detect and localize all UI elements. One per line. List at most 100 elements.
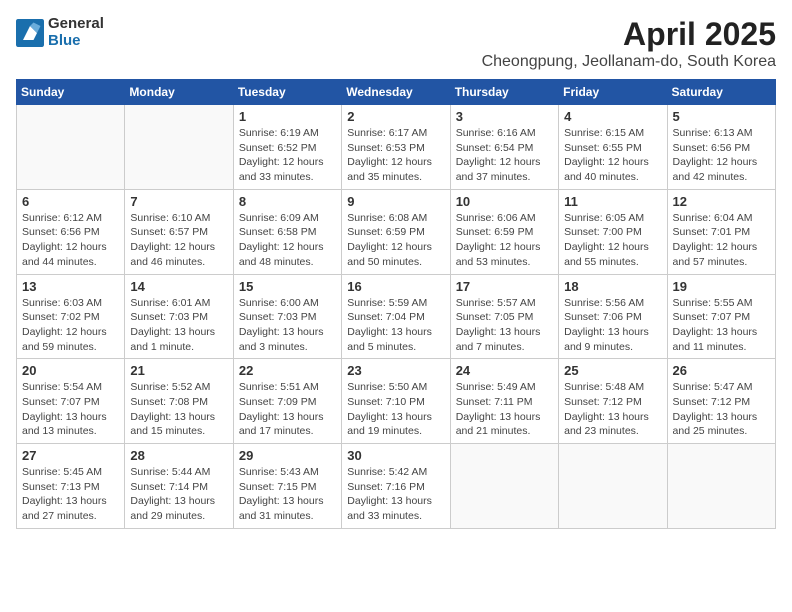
day-number: 11 (564, 194, 661, 209)
calendar-week-row: 20 Sunrise: 5:54 AMSunset: 7:07 PMDayligh… (17, 359, 776, 444)
day-info: Sunrise: 5:43 AMSunset: 7:15 PMDaylight:… (239, 465, 336, 524)
day-info: Sunrise: 6:13 AMSunset: 6:56 PMDaylight:… (673, 126, 770, 185)
month-title: April 2025 (482, 16, 776, 53)
col-tuesday: Tuesday (233, 80, 341, 105)
day-number: 16 (347, 279, 444, 294)
logo: General Blue (16, 16, 104, 49)
day-number: 12 (673, 194, 770, 209)
day-info: Sunrise: 6:06 AMSunset: 6:59 PMDaylight:… (456, 211, 553, 270)
day-number: 8 (239, 194, 336, 209)
day-info: Sunrise: 5:54 AMSunset: 7:07 PMDaylight:… (22, 380, 119, 439)
day-number: 2 (347, 109, 444, 124)
table-row: 17Sunrise: 5:57 AMSunset: 7:05 PMDayligh… (450, 274, 558, 359)
day-number: 7 (130, 194, 227, 209)
day-info: Sunrise: 6:08 AMSunset: 6:59 PMDaylight:… (347, 211, 444, 270)
day-number: 25 (564, 363, 661, 378)
table-row (559, 444, 667, 529)
day-info: Sunrise: 5:57 AMSunset: 7:05 PMDaylight:… (456, 296, 553, 355)
col-saturday: Saturday (667, 80, 775, 105)
day-number: 29 (239, 448, 336, 463)
col-sunday: Sunday (17, 80, 125, 105)
table-row (667, 444, 775, 529)
table-row: 18Sunrise: 5:56 AMSunset: 7:06 PMDayligh… (559, 274, 667, 359)
day-number: 30 (347, 448, 444, 463)
day-number: 13 (22, 279, 119, 294)
table-row: 2Sunrise: 6:17 AMSunset: 6:53 PMDaylight… (342, 105, 450, 190)
table-row: 1Sunrise: 6:19 AMSunset: 6:52 PMDaylight… (233, 105, 341, 190)
day-info: Sunrise: 5:52 AMSunset: 7:08 PMDaylight:… (130, 380, 227, 439)
table-row (450, 444, 558, 529)
day-number: 1 (239, 109, 336, 124)
day-info: Sunrise: 6:09 AMSunset: 6:58 PMDaylight:… (239, 211, 336, 270)
table-row (17, 105, 125, 190)
table-row: 23 Sunrise: 5:50 AMSunset: 7:10 PMDayligh… (342, 359, 450, 444)
day-info: Sunrise: 6:12 AMSunset: 6:56 PMDaylight:… (22, 211, 119, 270)
day-info: Sunrise: 5:49 AMSunset: 7:11 PMDaylight:… (456, 380, 553, 439)
day-info: Sunrise: 6:10 AMSunset: 6:57 PMDaylight:… (130, 211, 227, 270)
table-row: 22 Sunrise: 5:51 AMSunset: 7:09 PMDayligh… (233, 359, 341, 444)
day-number: 15 (239, 279, 336, 294)
table-row: 11 Sunrise: 6:05 AMSunset: 7:00 PMDayligh… (559, 189, 667, 274)
day-number: 10 (456, 194, 553, 209)
day-number: 6 (22, 194, 119, 209)
col-wednesday: Wednesday (342, 80, 450, 105)
col-friday: Friday (559, 80, 667, 105)
day-info: Sunrise: 6:05 AMSunset: 7:00 PMDaylight:… (564, 211, 661, 270)
day-number: 24 (456, 363, 553, 378)
logo-general-text: General (48, 16, 104, 33)
calendar-table: Sunday Monday Tuesday Wednesday Thursday… (16, 79, 776, 529)
day-number: 23 (347, 363, 444, 378)
table-row: 26 Sunrise: 5:47 AMSunset: 7:12 PMDayligh… (667, 359, 775, 444)
calendar-week-row: 27 Sunrise: 5:45 AMSunset: 7:13 PMDayligh… (17, 444, 776, 529)
day-info: Sunrise: 6:00 AMSunset: 7:03 PMDaylight:… (239, 296, 336, 355)
day-number: 22 (239, 363, 336, 378)
table-row: 5 Sunrise: 6:13 AMSunset: 6:56 PMDaylight… (667, 105, 775, 190)
day-number: 3 (456, 109, 553, 124)
table-row: 15 Sunrise: 6:00 AMSunset: 7:03 PMDayligh… (233, 274, 341, 359)
table-row: 27 Sunrise: 5:45 AMSunset: 7:13 PMDayligh… (17, 444, 125, 529)
day-info: Sunrise: 5:55 AMSunset: 7:07 PMDaylight:… (673, 296, 770, 355)
calendar-week-row: 1Sunrise: 6:19 AMSunset: 6:52 PMDaylight… (17, 105, 776, 190)
table-row: 13Sunrise: 6:03 AMSunset: 7:02 PMDayligh… (17, 274, 125, 359)
table-row: 28 Sunrise: 5:44 AMSunset: 7:14 PMDayligh… (125, 444, 233, 529)
day-number: 20 (22, 363, 119, 378)
table-row: 30 Sunrise: 5:42 AMSunset: 7:16 PMDayligh… (342, 444, 450, 529)
table-row: 3 Sunrise: 6:16 AMSunset: 6:54 PMDaylight… (450, 105, 558, 190)
table-row: 20 Sunrise: 5:54 AMSunset: 7:07 PMDayligh… (17, 359, 125, 444)
day-info: Sunrise: 5:48 AMSunset: 7:12 PMDaylight:… (564, 380, 661, 439)
day-info: Sunrise: 5:44 AMSunset: 7:14 PMDaylight:… (130, 465, 227, 524)
day-number: 19 (673, 279, 770, 294)
day-info: Sunrise: 5:42 AMSunset: 7:16 PMDaylight:… (347, 465, 444, 524)
table-row: 16 Sunrise: 5:59 AMSunset: 7:04 PMDayligh… (342, 274, 450, 359)
table-row: 8 Sunrise: 6:09 AMSunset: 6:58 PMDaylight… (233, 189, 341, 274)
day-info: Sunrise: 5:50 AMSunset: 7:10 PMDaylight:… (347, 380, 444, 439)
day-info: Sunrise: 6:01 AMSunset: 7:03 PMDaylight:… (130, 296, 227, 355)
calendar-week-row: 6 Sunrise: 6:12 AMSunset: 6:56 PMDaylight… (17, 189, 776, 274)
table-row: 10 Sunrise: 6:06 AMSunset: 6:59 PMDayligh… (450, 189, 558, 274)
day-number: 27 (22, 448, 119, 463)
location-title: Cheongpung, Jeollanam-do, South Korea (482, 53, 776, 71)
table-row: 14 Sunrise: 6:01 AMSunset: 7:03 PMDayligh… (125, 274, 233, 359)
day-info: Sunrise: 5:47 AMSunset: 7:12 PMDaylight:… (673, 380, 770, 439)
day-number: 4 (564, 109, 661, 124)
day-info: Sunrise: 5:51 AMSunset: 7:09 PMDaylight:… (239, 380, 336, 439)
table-row: 25 Sunrise: 5:48 AMSunset: 7:12 PMDayligh… (559, 359, 667, 444)
day-info: Sunrise: 5:45 AMSunset: 7:13 PMDaylight:… (22, 465, 119, 524)
day-info: Sunrise: 6:16 AMSunset: 6:54 PMDaylight:… (456, 126, 553, 185)
day-number: 28 (130, 448, 227, 463)
day-info: Sunrise: 6:15 AMSunset: 6:55 PMDaylight:… (564, 126, 661, 185)
table-row: 9Sunrise: 6:08 AMSunset: 6:59 PMDaylight… (342, 189, 450, 274)
day-number: 14 (130, 279, 227, 294)
col-thursday: Thursday (450, 80, 558, 105)
table-row: 4 Sunrise: 6:15 AMSunset: 6:55 PMDaylight… (559, 105, 667, 190)
logo-icon (16, 19, 44, 47)
table-row (125, 105, 233, 190)
logo-blue-text: Blue (48, 33, 104, 50)
table-row: 12Sunrise: 6:04 AMSunset: 7:01 PMDayligh… (667, 189, 775, 274)
day-number: 26 (673, 363, 770, 378)
day-number: 5 (673, 109, 770, 124)
table-row: 24 Sunrise: 5:49 AMSunset: 7:11 PMDayligh… (450, 359, 558, 444)
title-block: April 2025 Cheongpung, Jeollanam-do, Sou… (482, 16, 776, 71)
col-monday: Monday (125, 80, 233, 105)
day-info: Sunrise: 5:59 AMSunset: 7:04 PMDaylight:… (347, 296, 444, 355)
